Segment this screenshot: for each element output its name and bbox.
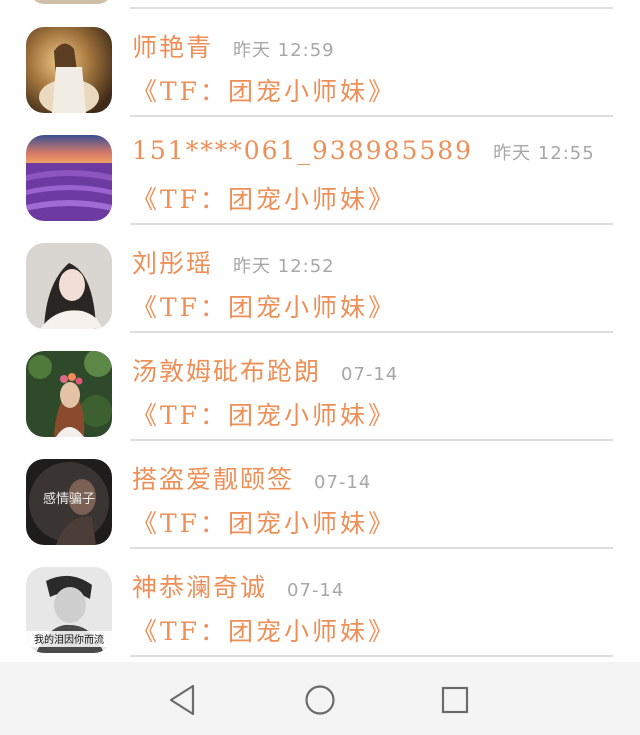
list-item[interactable]: 汤敦姆砒布跄朗 07-14 《TF：团宠小师妹》 xyxy=(0,324,640,441)
list-item[interactable]: 151****061_938985589 昨天 12:55 《TF：团宠小师妹》 xyxy=(0,108,640,225)
contact-name: 神恭澜奇诚 xyxy=(132,573,268,602)
back-triangle-icon[interactable] xyxy=(163,680,203,720)
message-preview: 《TF：团宠小师妹》 xyxy=(132,617,397,646)
message-preview: 《TF：团宠小师妹》 xyxy=(132,77,397,106)
system-navigation-bar xyxy=(0,662,640,735)
title-line: 师艳青 昨天 12:59 xyxy=(132,28,335,62)
timestamp: 07-14 xyxy=(287,580,345,601)
contact-name: 151****061_938985589 xyxy=(132,136,474,165)
flower-crown-girl-icon[interactable] xyxy=(26,351,112,437)
title-line: 神恭澜奇诚 07-14 xyxy=(132,568,344,602)
contact-name: 汤敦姆砒布跄朗 xyxy=(132,357,322,386)
divider xyxy=(130,655,613,657)
contact-name: 搭盗爱靓颐签 xyxy=(132,465,295,494)
avatar-caption: 我的泪因你而流 xyxy=(34,633,104,646)
title-line: 搭盗爱靓颐签 07-14 xyxy=(132,460,371,494)
timestamp: 07-14 xyxy=(314,472,372,493)
list-item[interactable]: 刘彤瑶 昨天 12:52 《TF：团宠小师妹》 xyxy=(0,216,640,333)
portrait-girl-icon[interactable] xyxy=(26,243,112,329)
message-preview: 《TF：团宠小师妹》 xyxy=(132,293,397,322)
contact-name: 师艳青 xyxy=(132,33,214,62)
contact-name: 刘彤瑶 xyxy=(132,249,214,278)
lavender-field-icon[interactable] xyxy=(26,135,112,221)
title-line: 汤敦姆砒布跄朗 07-14 xyxy=(132,352,398,386)
message-preview: 《TF：团宠小师妹》 xyxy=(132,509,397,538)
title-line: 151****061_938985589 昨天 12:55 xyxy=(132,136,595,170)
timestamp: 昨天 12:55 xyxy=(493,143,595,164)
list-item[interactable]: 我的泪因你而流 神恭澜奇诚 07-14 《TF：团宠小师妹》 xyxy=(0,540,640,657)
recents-square-icon[interactable] xyxy=(435,680,475,720)
timestamp: 昨天 12:52 xyxy=(233,256,335,277)
list-item[interactable]: 师艳青 昨天 12:59 《TF：团宠小师妹》 xyxy=(0,0,640,117)
avatar-caption: 感情骗子 xyxy=(43,491,95,507)
bw-portrait-icon[interactable]: 我的泪因你而流 xyxy=(26,567,112,653)
timestamp: 昨天 12:59 xyxy=(233,40,335,61)
message-preview: 《TF：团宠小师妹》 xyxy=(132,185,397,214)
timestamp: 07-14 xyxy=(341,364,399,385)
list-item[interactable]: 感情骗子 搭盗爱靓颐签 07-14 《TF：团宠小师妹》 xyxy=(0,432,640,549)
sunset-girl-icon[interactable] xyxy=(26,27,112,113)
dark-caption-photo-icon[interactable]: 感情骗子 xyxy=(26,459,112,545)
title-line: 刘彤瑶 昨天 12:52 xyxy=(132,244,335,278)
home-circle-icon[interactable] xyxy=(300,680,340,720)
conversation-list[interactable]: 师艳青 昨天 12:59 《TF：团宠小师妹》 151****061_93898… xyxy=(0,0,640,662)
message-preview: 《TF：团宠小师妹》 xyxy=(132,401,397,430)
